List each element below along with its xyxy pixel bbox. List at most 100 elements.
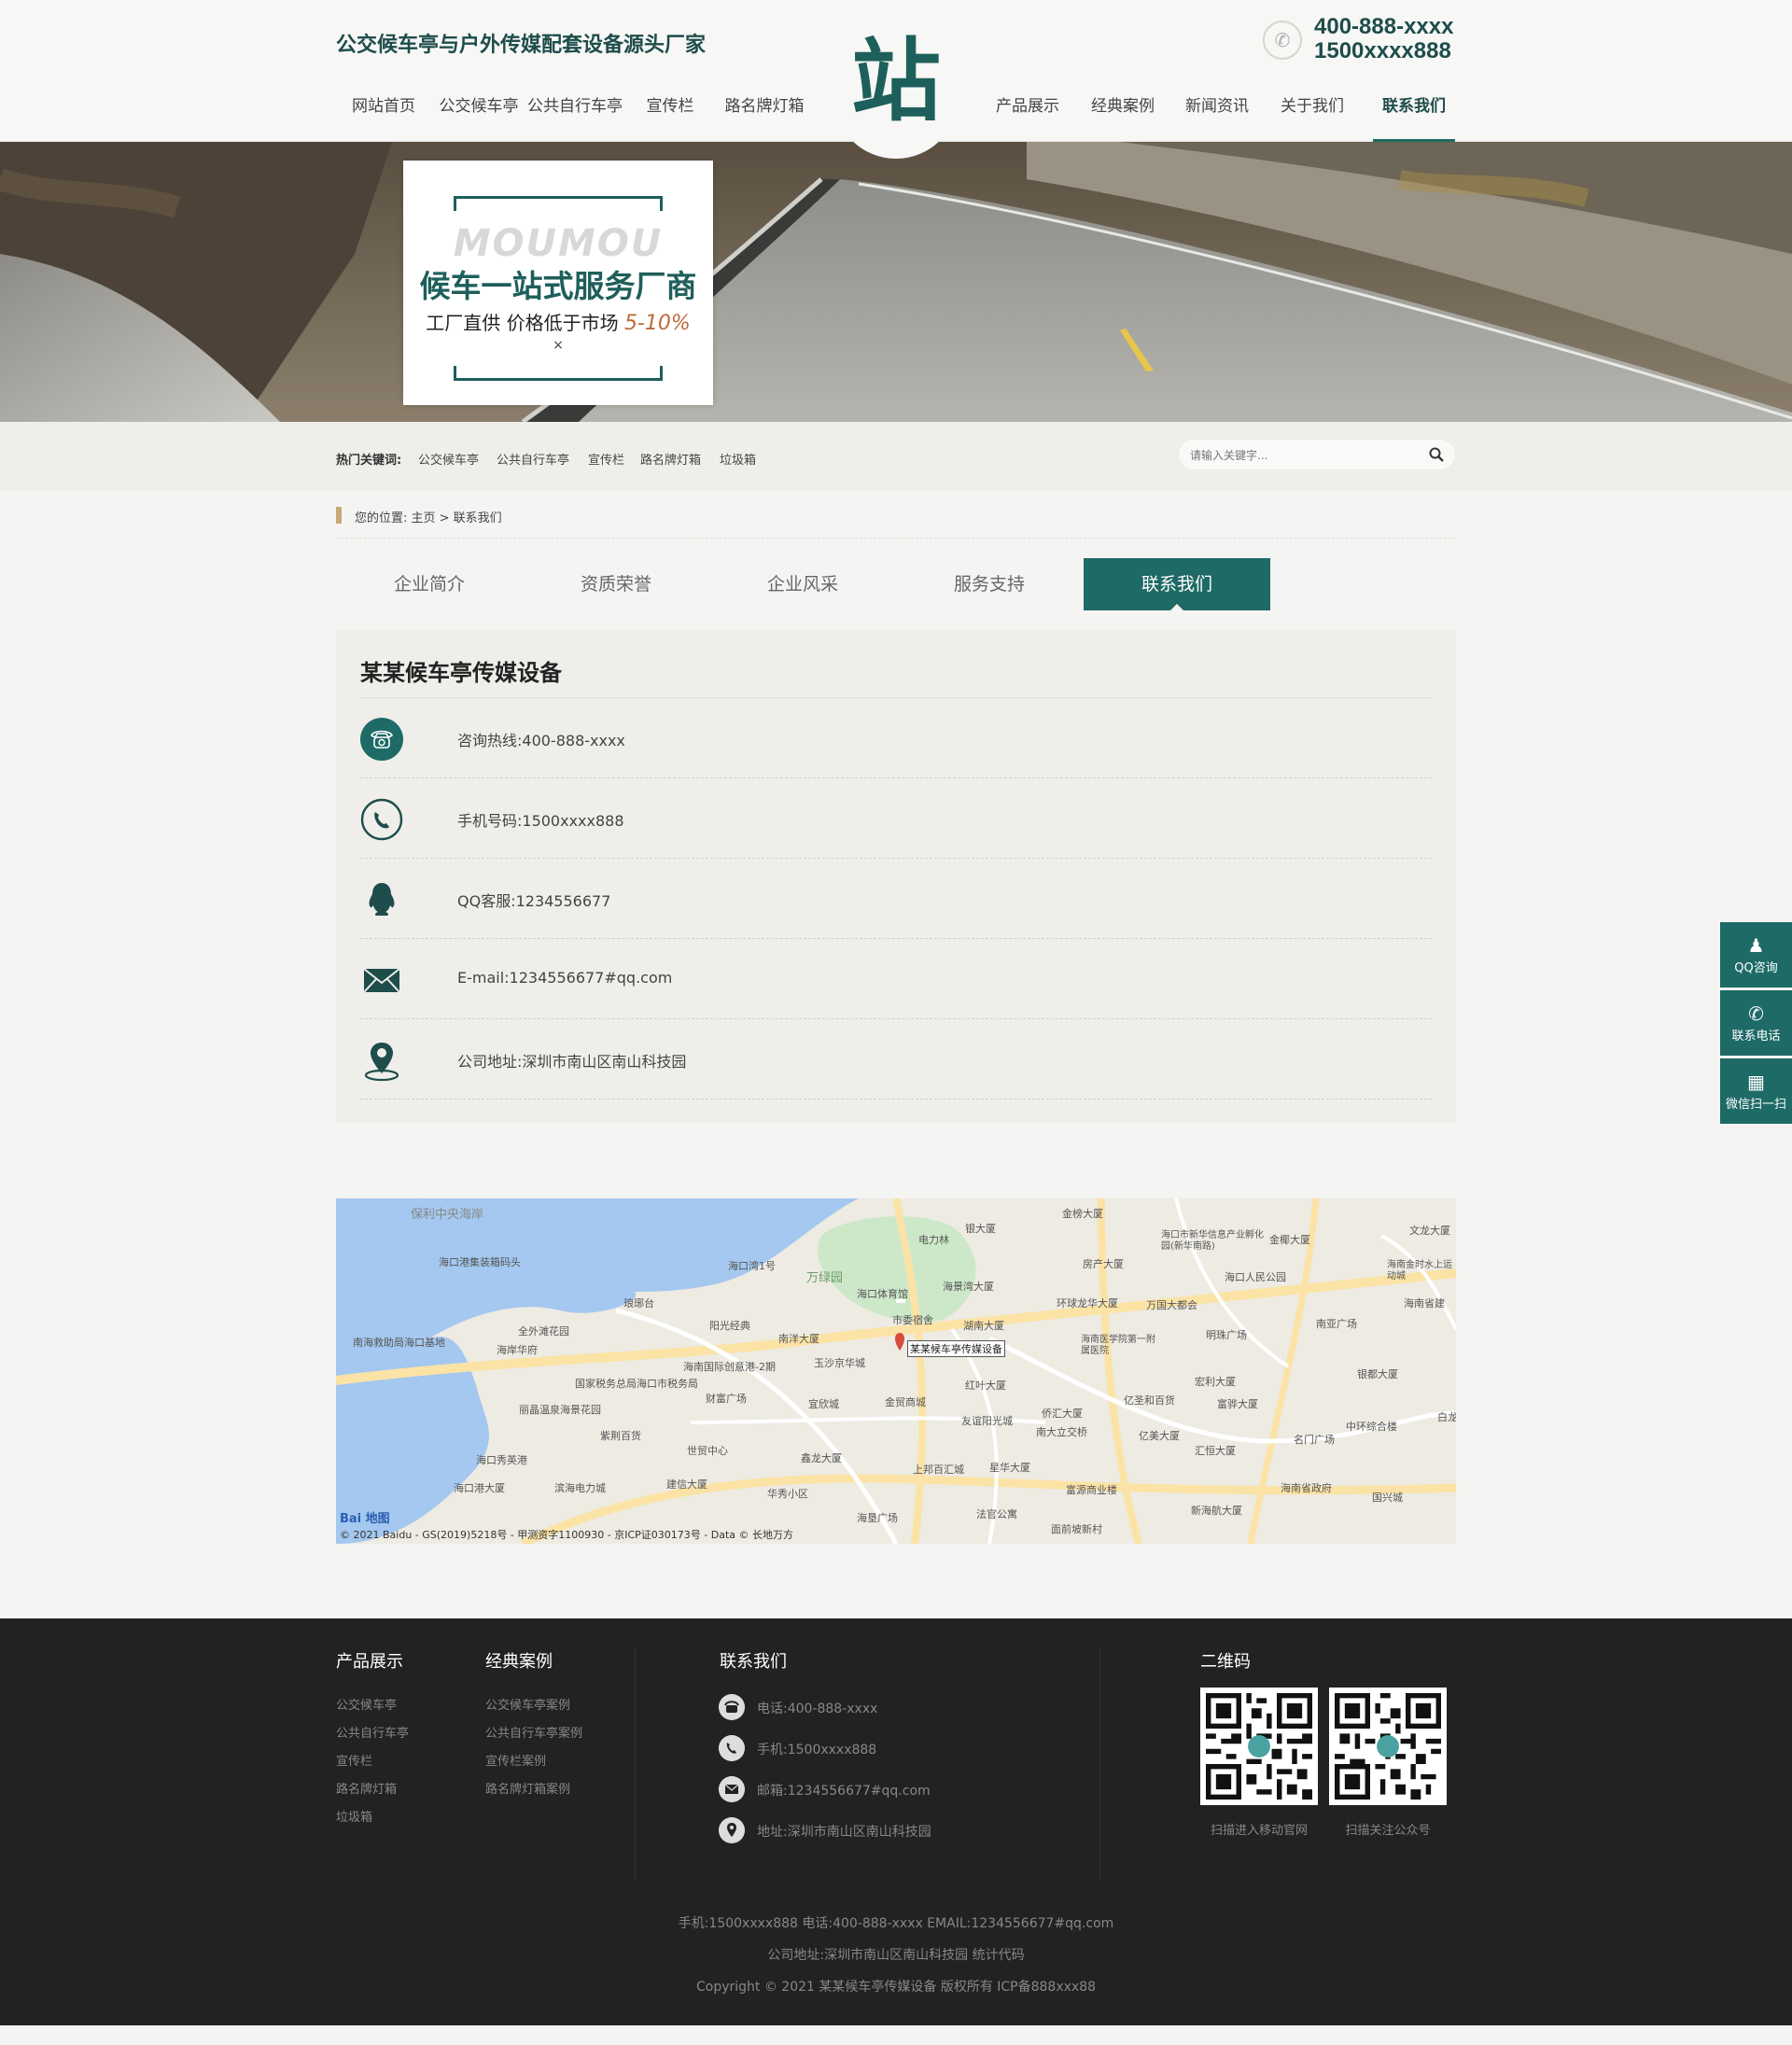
- map-label: 保利中央海岸: [411, 1208, 484, 1222]
- hot-keywords-label: 热门关键词:: [336, 454, 402, 468]
- footer-email: 邮箱:1234556677#qq.com: [757, 1784, 931, 1799]
- footer-contact-line: 手机:1500xxxx888 电话:400-888-xxxx EMAIL:123…: [678, 1916, 1114, 1931]
- tab-service-support[interactable]: 服务支持: [896, 558, 1083, 610]
- map-label: 名门广场: [1294, 1434, 1335, 1446]
- company-name: 某某候车亭传媒设备: [360, 660, 562, 686]
- breadcrumb-marker: [336, 507, 342, 524]
- baidu-map[interactable]: 保利中央海岸 海口港集装箱码头 南海救助局海口基地 海岸华府 全外滩花园 丽晶温…: [336, 1198, 1456, 1544]
- nav-home[interactable]: 网站首页: [351, 93, 416, 142]
- qq-penguin-icon: [369, 883, 395, 916]
- footer-link[interactable]: 路名牌灯箱: [336, 1779, 397, 1797]
- map-label: 建信大厦: [666, 1478, 707, 1491]
- map-label: 国兴城: [1372, 1492, 1403, 1504]
- footer-link[interactable]: 公交候车亭案例: [485, 1695, 570, 1713]
- map-label: 南洋大厦: [778, 1333, 819, 1345]
- banner-frame-bottom: [454, 366, 663, 381]
- footer-divider: [1099, 1646, 1100, 1880]
- site-slogan: 公交候车亭与户外传媒配套设备源头厂家: [336, 34, 707, 57]
- map-label: 星华大厦: [989, 1462, 1030, 1474]
- tab-contact-us[interactable]: 联系我们: [1084, 558, 1270, 611]
- qq-text: QQ客服:1234556677: [457, 892, 611, 910]
- banner-card: MOUMOU 候车一站式服务厂商 工厂直供 价格低于市场 5-10% ×: [403, 161, 713, 405]
- footer-link[interactable]: 公交候车亭: [336, 1695, 397, 1713]
- address-text: 公司地址:深圳市南山区南山科技园: [457, 1053, 687, 1071]
- footer-link[interactable]: 公共自行车亭: [336, 1723, 409, 1741]
- map-label: 鑫龙大厦: [801, 1452, 842, 1464]
- nav-contact[interactable]: 联系我们: [1373, 93, 1455, 142]
- phone-handset-icon: [719, 1735, 745, 1761]
- map-label: 友谊阳光城: [961, 1415, 1013, 1427]
- tab-company-intro[interactable]: 企业简介: [336, 558, 523, 610]
- banner-frame-top: [454, 196, 663, 211]
- map-label: 富源商业楼: [1066, 1484, 1117, 1496]
- logo-glyph: 站: [851, 29, 941, 133]
- nav-bike-shelter[interactable]: 公共自行车亭: [526, 93, 623, 142]
- envelope-icon: [719, 1776, 745, 1802]
- nav-news[interactable]: 新闻资讯: [1184, 93, 1250, 142]
- footer-contact-title: 联系我们: [720, 1652, 787, 1672]
- telephone-icon: [719, 1694, 745, 1720]
- map-label: 面前坡新村: [1051, 1523, 1102, 1535]
- map-label: 海南医学院第一附属医院: [1081, 1335, 1155, 1356]
- contact-panel: 某某候车亭传媒设备 咨询热线:400-888-xxxx 手机号码:1500xxx…: [336, 630, 1456, 1123]
- header-phone-1: 400-888-xxxx: [1314, 14, 1454, 39]
- nav-about[interactable]: 关于我们: [1280, 93, 1345, 142]
- banner-x-mark: ×: [553, 338, 564, 353]
- nav-bus-shelter[interactable]: 公交候车亭: [439, 93, 519, 142]
- footer-link[interactable]: 路名牌灯箱案例: [485, 1779, 570, 1797]
- email-text: E-mail:1234556677#qq.com: [457, 969, 673, 987]
- qq-penguin-icon: ♟: [1747, 934, 1765, 957]
- phone-icon: ✆: [1263, 21, 1302, 60]
- hot-keywords-bar: 热门关键词: 公交候车亭 公共自行车亭 宣传栏 路名牌灯箱 垃圾箱: [0, 422, 1792, 491]
- nav-lightbox[interactable]: 路名牌灯箱: [724, 93, 805, 142]
- footer-link[interactable]: 公共自行车亭案例: [485, 1723, 582, 1741]
- contact-row-email: E-mail:1234556677#qq.com: [360, 939, 1432, 1019]
- map-label: 海岸华府: [497, 1344, 538, 1356]
- search-icon[interactable]: [1427, 445, 1446, 464]
- breadcrumb-divider: [336, 538, 1456, 539]
- map-label: 海南金时水上运动城: [1387, 1260, 1452, 1282]
- breadcrumb[interactable]: 您的位置: 主页 > 联系我们: [355, 508, 502, 525]
- keyword-link[interactable]: 路名牌灯箱: [640, 450, 701, 468]
- nav-bulletin[interactable]: 宣传栏: [642, 93, 698, 142]
- map-marker-label[interactable]: 某某候车亭传媒设备: [907, 1340, 1005, 1357]
- keyword-link[interactable]: 宣传栏: [588, 450, 624, 468]
- page-bottom-strip: [0, 2025, 1792, 2045]
- footer-address-line: 公司地址:深圳市南山区南山科技园 统计代码: [767, 1948, 1025, 1963]
- contact-row-qq: QQ客服:1234556677: [360, 859, 1432, 939]
- footer-link[interactable]: 宣传栏案例: [485, 1751, 546, 1769]
- keyword-link[interactable]: 垃圾箱: [720, 450, 756, 468]
- float-wechat-scan[interactable]: ▦ 微信扫一扫: [1720, 1058, 1792, 1124]
- keyword-link[interactable]: 公交候车亭: [418, 450, 479, 468]
- qr-code-icon: [1206, 1693, 1312, 1800]
- footer-copyright: Copyright © 2021 某某候车亭传媒设备 版权所有 ICP备888x…: [695, 1980, 1097, 1995]
- map-label: 金榜大厦: [1062, 1208, 1103, 1220]
- map-label: 金椰大厦: [1269, 1234, 1310, 1246]
- site-logo[interactable]: 站: [833, 19, 959, 159]
- keyword-link[interactable]: 公共自行车亭: [497, 450, 569, 468]
- map-label: 世贸中心: [687, 1445, 728, 1457]
- banner-subtitle-text: 工厂直供 价格低于市场: [426, 312, 624, 334]
- contact-row-mobile: 手机号码:1500xxxx888: [360, 778, 1432, 859]
- footer-address: 地址:深圳市南山区南山科技园: [757, 1825, 931, 1840]
- tab-company-style[interactable]: 企业风采: [709, 558, 896, 610]
- map-label: 丽晶温泉海景花园: [519, 1404, 601, 1416]
- footer-link[interactable]: 垃圾箱: [336, 1807, 372, 1825]
- map-label: 玉沙京华城: [814, 1357, 865, 1369]
- map-label: 阳光经典: [709, 1320, 750, 1332]
- phone-handset-icon: [360, 798, 403, 841]
- footer-products-title: 产品展示: [336, 1652, 403, 1672]
- nav-cases[interactable]: 经典案例: [1090, 93, 1155, 142]
- map-label: 中环综合楼: [1346, 1421, 1397, 1433]
- float-contact-phone[interactable]: ✆ 联系电话: [1720, 990, 1792, 1056]
- footer-link[interactable]: 宣传栏: [336, 1751, 372, 1769]
- envelope-icon: [363, 968, 400, 993]
- map-label: 市委宿舍: [892, 1314, 933, 1326]
- nav-products[interactable]: 产品展示: [995, 93, 1060, 142]
- search-input[interactable]: [1190, 446, 1414, 465]
- tab-honors[interactable]: 资质荣誉: [523, 558, 709, 610]
- footer-mobile: 手机:1500xxxx888: [757, 1743, 877, 1758]
- map-copyright: © 2021 Baidu - GS(2019)5218号 - 甲测资字11009…: [340, 1529, 794, 1541]
- float-qq-consult[interactable]: ♟ QQ咨询: [1720, 922, 1792, 987]
- site-footer: 产品展示 公交候车亭 公共自行车亭 宣传栏 路名牌灯箱 垃圾箱 经典案例 公交候…: [0, 1618, 1792, 2025]
